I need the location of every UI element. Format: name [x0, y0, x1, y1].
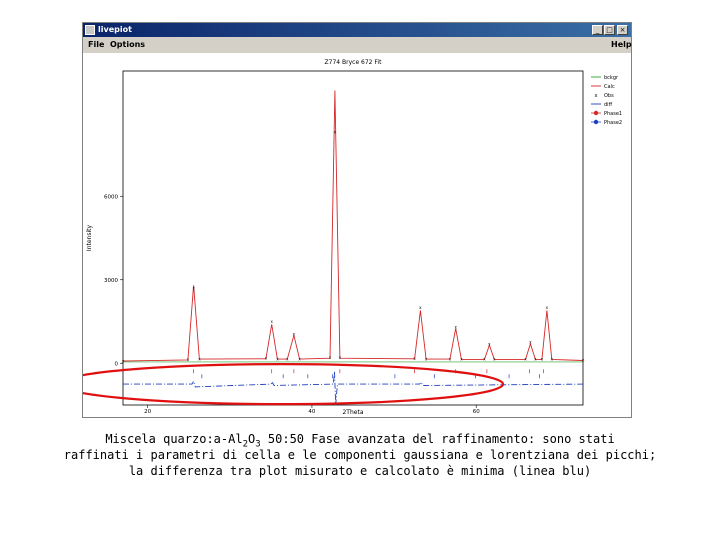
- maximize-button[interactable]: □: [604, 25, 615, 35]
- obs-point: x: [329, 355, 332, 360]
- obs-point: x: [524, 357, 527, 362]
- x-axis-label: 2Theta: [342, 409, 363, 416]
- caption-line-1: Miscela quarzo:a-Al2O3 50:50 Fase avanza…: [60, 431, 660, 449]
- menu-options[interactable]: Options: [110, 39, 145, 51]
- window-title: livepiot: [98, 25, 132, 34]
- obs-point: x: [529, 340, 532, 345]
- obs-point: x: [582, 358, 585, 363]
- legend-label-calc: Calc: [604, 84, 615, 90]
- y-tick-label: 0: [115, 361, 119, 367]
- legend-marker-phase1: [593, 110, 599, 116]
- diffraction-chart: Z774 Bryce 672 Fit2ThetaIntensity20 40 600…: [57, 59, 622, 416]
- series-calc-line: [122, 90, 584, 362]
- close-button[interactable]: ×: [617, 25, 628, 35]
- app-icon: [85, 25, 95, 35]
- obs-point: x: [270, 319, 273, 324]
- minimize-button[interactable]: _: [592, 25, 603, 35]
- obs-point: x: [334, 130, 337, 135]
- series-diff-line: [123, 371, 584, 406]
- legend-label-bckgr: bckgr: [604, 75, 619, 81]
- caption-line-3: la differenza tra plot misurato e calcol…: [128, 464, 592, 478]
- menu-file[interactable]: File: [88, 39, 104, 51]
- x-tick-label: 20: [144, 409, 151, 415]
- legend-label-phase1: Phase1: [604, 111, 622, 117]
- obs-point: x: [546, 305, 549, 310]
- plot-frame: [122, 70, 584, 406]
- obs-point: x: [265, 356, 268, 361]
- obs-point: x: [449, 356, 452, 361]
- caption-line-2: raffinati i parametri di cella e le comp…: [63, 448, 657, 462]
- y-tick-label: 6000: [104, 194, 118, 200]
- chart-title: Z774 Bryce 672 Fit: [325, 59, 383, 66]
- y-tick-label: 3000: [104, 278, 118, 284]
- menu-bar: File Options Help: [83, 38, 632, 52]
- liveplot-window: livepiot _ □ × File Options Help Z774 Br…: [57, 22, 632, 418]
- title-bar[interactable]: livepiot _ □ ×: [83, 23, 631, 37]
- x-tick-label: 40: [308, 409, 315, 415]
- obs-point: x: [192, 286, 195, 291]
- menu-help[interactable]: Help: [611, 39, 632, 51]
- obs-point: x: [293, 332, 296, 337]
- y-axis-label: Intensity: [86, 224, 93, 251]
- x-tick-label: 60: [473, 409, 480, 415]
- figure-caption: Miscela quarzo:a-Al2O3 50:50 Fase avanza…: [60, 431, 660, 479]
- obs-point: x: [413, 356, 416, 361]
- obs-point: x: [419, 305, 422, 310]
- obs-point: x: [286, 356, 289, 361]
- caption-text-b: 50:50 Fase avanzata del raffinamento: so…: [260, 432, 615, 446]
- obs-point: x: [483, 357, 486, 362]
- caption-text-a: Miscela quarzo:a-Al: [105, 432, 243, 446]
- legend-label-diff: diff: [604, 102, 613, 108]
- legend-marker-phase2: [593, 119, 599, 125]
- legend-label-obs: Obs: [604, 93, 614, 99]
- obs-point: x: [339, 355, 342, 360]
- obs-point: x: [488, 341, 491, 346]
- legend-swatch-obs: x: [595, 93, 598, 99]
- obs-point: x: [541, 357, 544, 362]
- legend-label-phase2: Phase2: [604, 120, 622, 126]
- obs-point: x: [187, 357, 190, 362]
- obs-point: x: [454, 325, 457, 330]
- plot-area: Z774 Bryce 672 Fit 2Theta Intensity 20 40 60 0…: [57, 53, 631, 417]
